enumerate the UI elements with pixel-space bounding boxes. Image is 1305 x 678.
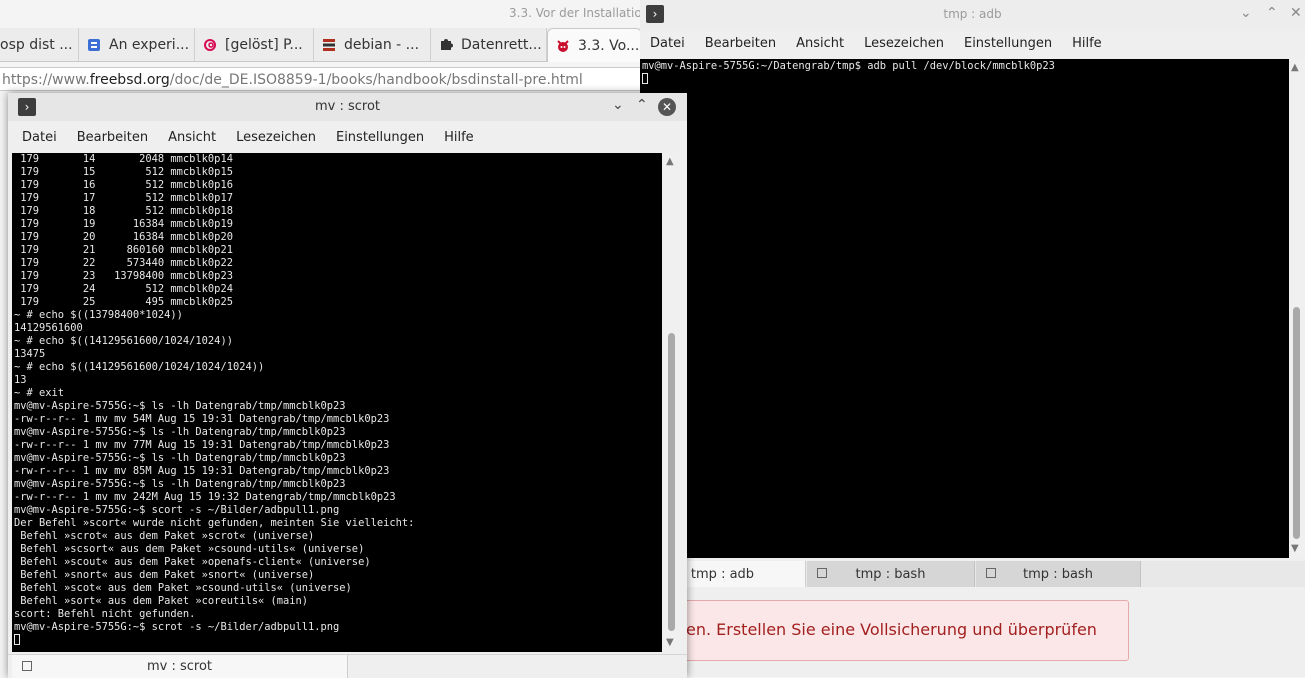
tab-label: tmp : bash	[855, 566, 926, 582]
browser-tab-6-active[interactable]: 3.3. Vo...	[547, 28, 642, 62]
url-domain: freebsd.org	[89, 72, 170, 88]
url-bar[interactable]: https://www.freebsd.org/doc/de_DE.ISO885…	[0, 67, 640, 91]
menu-hilfe[interactable]: Hilfe	[444, 130, 474, 145]
browser-window-title: 3.3. Vor der Installatio	[509, 6, 642, 20]
terminal-tab-icon	[817, 568, 827, 578]
close-icon[interactable]: ✕	[1290, 5, 1302, 21]
terminal-text: mv@mv-Aspire-5755G:~/Datengrab/tmp$ adb …	[642, 60, 1055, 72]
konsole-tab-bash-1[interactable]: tmp : bash	[807, 561, 975, 587]
url-path: /doc/de_DE.ISO8859-1/books/handbook/bsdi…	[169, 72, 583, 88]
konsole-tab-bar: mv : scrot	[8, 654, 687, 678]
window-title: tmp : adb	[943, 7, 1002, 21]
browser-tab-4[interactable]: debian - ...	[314, 28, 431, 61]
menu-hilfe[interactable]: Hilfe	[1072, 36, 1102, 51]
titlebar: › tmp : adb ⌄ ⌃ ✕	[640, 0, 1305, 29]
scrollbar[interactable]: ▲ ▼	[1289, 59, 1305, 558]
browser-tab-5[interactable]: Datenrett...	[431, 28, 547, 61]
browser-tab-3[interactable]: [gelöst] P...	[195, 28, 314, 61]
terminal-output[interactable]: mv@mv-Aspire-5755G:~/Datengrab/tmp$ adb …	[640, 59, 1289, 558]
scroll-up-icon[interactable]: ▲	[1291, 62, 1299, 73]
scrollbar-thumb[interactable]	[668, 333, 675, 631]
minimize-icon[interactable]: ⌄	[612, 97, 624, 113]
scroll-down-icon[interactable]: ▼	[666, 637, 674, 648]
browser-tab-1[interactable]: osp dist ...	[0, 28, 79, 61]
browser-tab-label: osp dist ...	[0, 36, 73, 53]
menu-ansicht[interactable]: Ansicht	[796, 36, 844, 51]
scrollbar[interactable]: ▲ ▼	[664, 153, 680, 652]
titlebar: › mv : scrot ⌄ ⌃ ✕	[8, 93, 687, 121]
alert-text: en. Erstellen Sie eine Vollsicherung und…	[686, 620, 1097, 639]
terminal-cursor	[642, 73, 648, 84]
maximize-icon[interactable]: ⌃	[1266, 5, 1278, 21]
scrollbar-thumb[interactable]	[1293, 307, 1300, 539]
puzzle-icon	[439, 38, 453, 52]
menu-einstellungen[interactable]: Einstellungen	[964, 36, 1052, 51]
menu-einstellungen[interactable]: Einstellungen	[336, 130, 424, 145]
terminal-text: 179 14 2048 mmcblk0p14 179 15 512 mmcblk…	[14, 153, 415, 633]
scroll-down-icon[interactable]: ▼	[1291, 543, 1299, 554]
menu-lesezeichen[interactable]: Lesezeichen	[864, 36, 944, 51]
browser-tab-2[interactable]: An experi...	[79, 28, 195, 61]
menu-bearbeiten[interactable]: Bearbeiten	[77, 130, 148, 145]
menu-datei[interactable]: Datei	[22, 130, 57, 145]
konsole-window-scrot: › mv : scrot ⌄ ⌃ ✕ Datei Bearbeiten Ansi…	[8, 93, 687, 678]
scroll-up-icon[interactable]: ▲	[666, 156, 674, 167]
terminal-cursor	[14, 634, 20, 645]
menu-bar: Datei Bearbeiten Ansicht Lesezeichen Ein…	[650, 29, 1122, 57]
menu-datei[interactable]: Datei	[650, 36, 685, 51]
freebsd-icon	[556, 39, 570, 53]
terminal-tab-icon	[22, 661, 32, 671]
blogger-icon	[87, 38, 101, 52]
browser-tab-label: An experi...	[109, 36, 190, 53]
konsole-tab-bar: tmp : adb tmp : bash tmp : bash	[640, 561, 1305, 587]
terminal-output[interactable]: 179 14 2048 mmcblk0p14 179 15 512 mmcblk…	[12, 153, 662, 652]
browser-tab-label: debian - ...	[344, 36, 420, 53]
tab-label: tmp : adb	[690, 566, 755, 582]
konsole-tab-scrot[interactable]: mv : scrot	[12, 655, 348, 678]
browser-tab-label: Datenrett...	[461, 36, 542, 53]
browser-tab-label: 3.3. Vo...	[578, 37, 640, 54]
maximize-icon[interactable]: ⌃	[636, 97, 648, 113]
close-icon[interactable]: ✕	[658, 98, 676, 116]
tab-label: mv : scrot	[146, 659, 213, 674]
konsole-window-adb: › tmp : adb ⌄ ⌃ ✕ Datei Bearbeiten Ansic…	[640, 0, 1305, 677]
warning-alert: en. Erstellen Sie eine Vollsicherung und…	[680, 600, 1129, 661]
menu-ansicht[interactable]: Ansicht	[168, 130, 216, 145]
browser-tab-label: [gelöst] P...	[225, 36, 303, 53]
minimize-icon[interactable]: ⌄	[1240, 5, 1252, 21]
url-prefix: https://www.	[2, 72, 90, 88]
menu-bar: Datei Bearbeiten Ansicht Lesezeichen Ein…	[22, 123, 494, 151]
stack-icon	[322, 38, 336, 52]
konsole-tab-bash-2[interactable]: tmp : bash	[976, 561, 1141, 587]
menu-bearbeiten[interactable]: Bearbeiten	[705, 36, 776, 51]
debian-swirl-icon	[203, 38, 217, 52]
browser-tab-bar: osp dist ... An experi... [gelöst] P... …	[0, 28, 642, 62]
terminal-tab-icon	[986, 568, 996, 578]
window-title: mv : scrot	[314, 99, 381, 114]
tab-label: tmp : bash	[1023, 566, 1093, 582]
menu-lesezeichen[interactable]: Lesezeichen	[236, 130, 316, 145]
